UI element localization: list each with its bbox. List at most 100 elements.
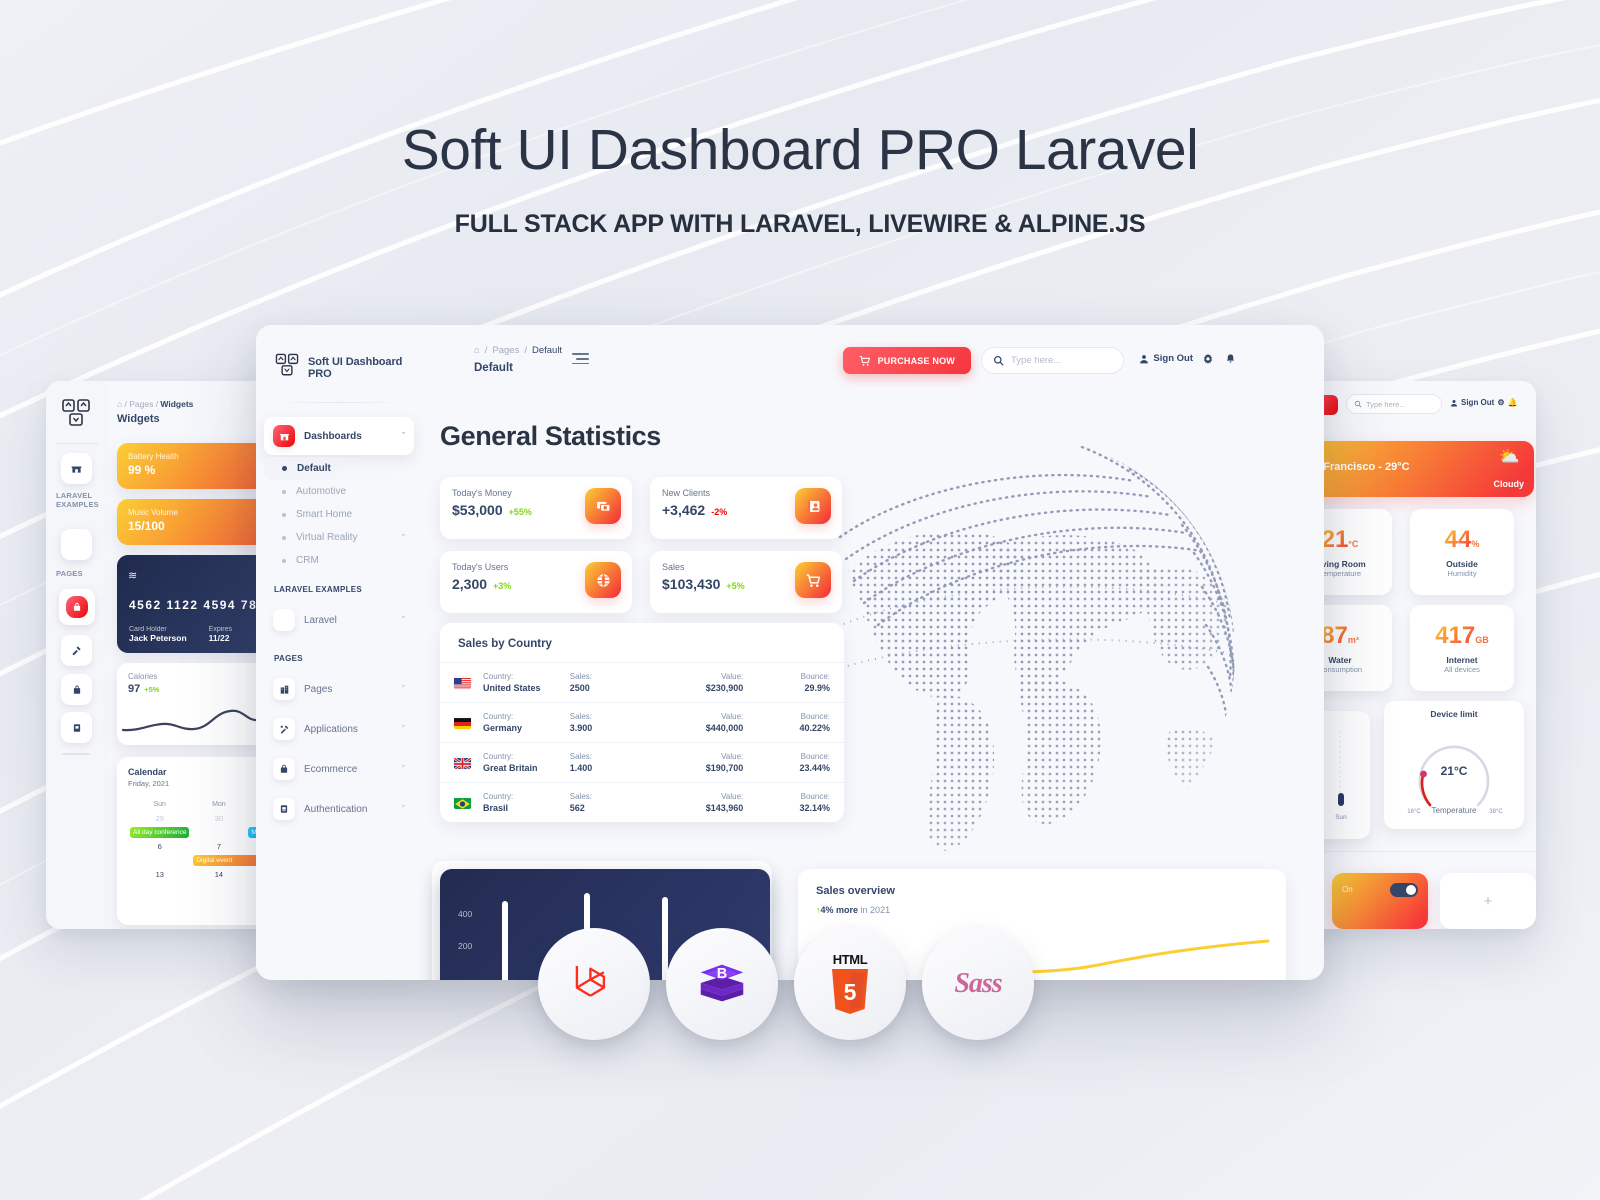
cc-country: Germany (483, 723, 523, 733)
stat-delta: +3% (493, 581, 512, 591)
sidebar-item-pages[interactable]: Pages ˇ (264, 670, 414, 708)
cc-key: Bounce: (800, 752, 830, 761)
breadcrumb-pages[interactable]: Pages (492, 345, 519, 356)
purchase-now-label: PURCHASE NOW (877, 355, 955, 366)
bg-left-card-number: 4562 1122 4594 7852 (129, 598, 274, 612)
sales-overview-delta: 4% more (820, 905, 859, 915)
cc-bounce: 29.9% (804, 683, 830, 693)
home-icon[interactable]: ⌂ (474, 345, 480, 356)
search-icon (1354, 400, 1362, 408)
bg-right-toggle-switch (1390, 883, 1418, 897)
stat-value: 2,300 (452, 576, 488, 592)
page-heading: Default (474, 362, 513, 374)
laravel-icon (273, 609, 295, 631)
bg-right-signout-label: Sign Out (1461, 398, 1495, 407)
bg-right-search-input: Type here... (1346, 394, 1442, 414)
cc-value: $230,900 (705, 683, 744, 693)
sales-overview-title: Sales overview (816, 885, 895, 897)
tile-sub: Consumption (1317, 665, 1363, 674)
sidebar-brand[interactable]: Soft UI Dashboard PRO (256, 325, 422, 383)
sass-wordmark: Sass (954, 968, 1002, 999)
stat-card-new-clients[interactable]: New Clients +3,462 -2% (650, 477, 842, 539)
table-row[interactable]: Country: Germany Sales: 3.900 Value: $44… (440, 702, 844, 742)
bg-left-calories-delta: +5% (144, 685, 160, 694)
gear-icon[interactable] (1202, 353, 1214, 368)
sidebar-nav: Dashboards ˇ Default Automotive Smart Ho… (256, 403, 422, 828)
bg-left-section-laravel: LARAVEL EXAMPLES (56, 491, 99, 510)
cc-key: Country: (483, 712, 514, 721)
stat-delta: +55% (508, 507, 532, 517)
bg-left-sidebar-end (62, 753, 90, 755)
br-flag-icon (454, 797, 471, 809)
sidebar-item-dashboards[interactable]: Dashboards ˇ (264, 417, 414, 455)
tile-value: 21 (1321, 526, 1349, 553)
sidebar-item-crm[interactable]: CRM (264, 549, 414, 572)
sidebar-subitem-label: Default (297, 463, 331, 474)
sidebar-item-automotive[interactable]: Automotive (264, 480, 414, 503)
bg-left-applications-icon (61, 635, 92, 666)
cc-key: Sales: (569, 672, 592, 681)
cc-key: Value: (721, 672, 744, 681)
sidebar-section-laravel-examples: LARAVEL EXAMPLES (274, 585, 363, 594)
table-row[interactable]: Country: Brasil Sales: 562 Value: $143,9… (440, 782, 844, 822)
document-icon (273, 798, 295, 820)
search-input[interactable]: Type here... (981, 347, 1124, 374)
hamburger-icon[interactable] (572, 353, 589, 367)
cal-event: All day conference (130, 827, 190, 838)
stat-delta: +5% (726, 581, 745, 591)
bell-icon[interactable] (1225, 353, 1236, 368)
table-row[interactable]: Country: United States Sales: 2500 Value… (440, 662, 844, 702)
purchase-now-button[interactable]: PURCHASE NOW (842, 347, 971, 374)
chevron-down-icon: ˇ (402, 764, 405, 774)
cc-key: Bounce: (800, 672, 830, 681)
cc-key: Value: (721, 792, 744, 801)
bg-right-add-card: + (1440, 873, 1536, 929)
sidebar-item-authentication[interactable]: Authentication ˇ (264, 790, 414, 828)
stat-card-todays-users[interactable]: Today's Users 2,300 +3% (440, 551, 632, 613)
svg-text:Temperature: Temperature (1432, 806, 1477, 815)
tile-name: Water (1328, 655, 1352, 665)
gb-flag-icon (454, 756, 471, 769)
table-row[interactable]: Country: Great Britain Sales: 1.400 Valu… (440, 742, 844, 782)
cc-sales: 562 (569, 803, 585, 813)
bullet-icon (282, 489, 286, 494)
cc-key: Bounce: (800, 792, 830, 801)
stat-card-sales[interactable]: Sales $103,430 +5% (650, 551, 842, 613)
sidebar-item-default[interactable]: Default (264, 457, 414, 480)
shop-icon (273, 425, 295, 447)
bg-left-crumb-widgets: Widgets (160, 399, 194, 409)
sidebar-item-label: Authentication (304, 803, 368, 815)
sales-overview-subtitle: ↑4% more in 2021 (798, 897, 1286, 915)
cc-bounce: 32.14% (799, 803, 830, 813)
bg-left-sidebar: LARAVEL EXAMPLES PAGES (46, 381, 108, 929)
signout-button[interactable]: Sign Out (1139, 353, 1193, 364)
sidebar-item-virtual-reality[interactable]: Virtual Reality ˇ (264, 526, 414, 549)
bg-left-breadcrumb: ⌂ / Pages / Widgets (117, 399, 194, 409)
bg-left-shop-icon (61, 453, 92, 484)
soft-ui-logo-icon (60, 397, 94, 431)
sidebar-item-applications[interactable]: Applications ˇ (264, 710, 414, 748)
tile-name: Outside (1446, 559, 1478, 569)
sidebar-item-ecommerce[interactable]: Ecommerce ˇ (264, 750, 414, 788)
sidebar-item-laravel[interactable]: Laravel ˇ (264, 601, 414, 639)
tile-sub: Temperature (1318, 569, 1362, 578)
breadcrumb: ⌂ / Pages / Default (474, 345, 563, 356)
cc-key: Country: (483, 792, 514, 801)
cc-key: Country: (483, 672, 514, 681)
bullet-icon (282, 535, 286, 540)
cal-day: 29 (155, 814, 164, 823)
bg-right-search-placeholder: Type here... (1366, 399, 1406, 409)
sidebar: Soft UI Dashboard PRO Dashboards ˇ Defau… (256, 325, 422, 980)
stat-card-todays-money[interactable]: Today's Money $53,000 +55% (440, 477, 632, 539)
bg-left-section-pages: PAGES (56, 569, 83, 578)
chevron-down-icon: ˇ (402, 532, 405, 543)
bg-right-device-limit-gauge: Device limit 21°C 16°C Temperature 38°C (1384, 701, 1524, 829)
bootstrap-icon: B (700, 964, 744, 1002)
basket-icon (273, 758, 295, 780)
sass-logo-badge: Sass (922, 928, 1034, 1040)
laravel-icon (575, 966, 606, 997)
bg-right-toggle-card: On (1332, 873, 1428, 929)
bg-right-signout: Sign Out ⚙ 🔔 (1450, 398, 1517, 407)
tile-unit: m³ (1347, 635, 1359, 645)
sidebar-item-smart-home[interactable]: Smart Home (264, 503, 414, 526)
